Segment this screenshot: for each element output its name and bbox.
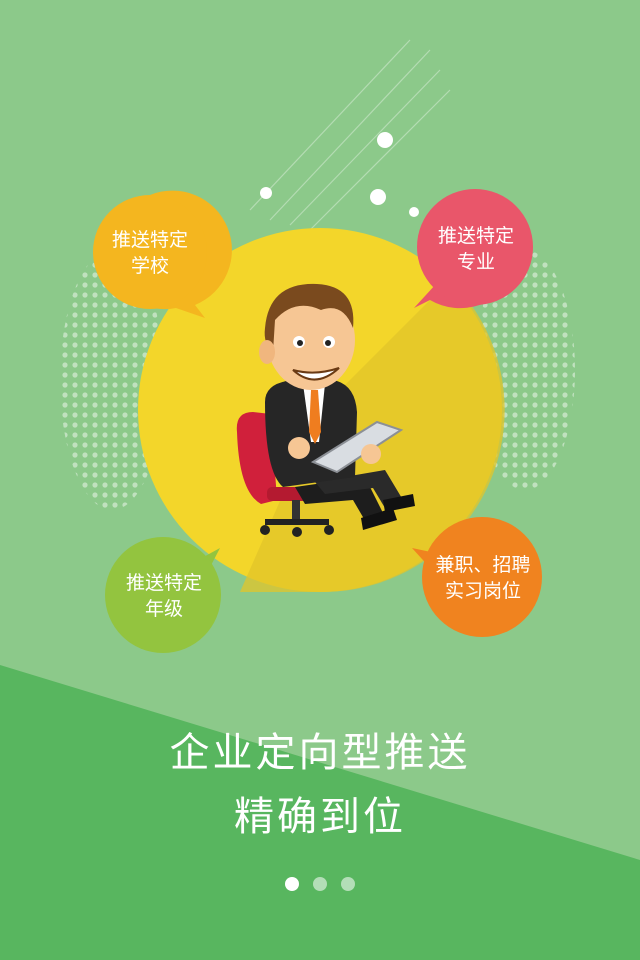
businessman-with-tablet-icon <box>236 283 415 537</box>
bubble-grade: 推送特定 年级 <box>106 555 222 637</box>
bubble-major: 推送特定 专业 <box>420 208 532 290</box>
bubble-major-line1: 推送特定 <box>437 225 514 247</box>
bubble-jobs-line1: 兼职、招聘 <box>435 554 531 576</box>
page-dot-3[interactable] <box>341 877 355 891</box>
bubble-school-line2: 学校 <box>130 255 169 277</box>
bubble-grade-line1: 推送特定 <box>125 572 202 594</box>
bubble-major-line2: 专业 <box>456 251 495 273</box>
bubble-grade-line2: 年级 <box>144 598 183 620</box>
bubble-school: 推送特定 学校 <box>95 212 205 294</box>
page-dot-2[interactable] <box>313 877 327 891</box>
headline-line1: 企业定向型推送 <box>169 730 471 776</box>
bubble-jobs-line2: 实习岗位 <box>444 580 521 602</box>
bubble-school-line1: 推送特定 <box>111 229 188 251</box>
page-dot-1[interactable] <box>285 877 299 891</box>
headline-line2: 精确到位 <box>234 794 406 840</box>
bubble-jobs: 兼职、招聘 实习岗位 <box>422 537 544 619</box>
page-indicator <box>0 877 640 891</box>
